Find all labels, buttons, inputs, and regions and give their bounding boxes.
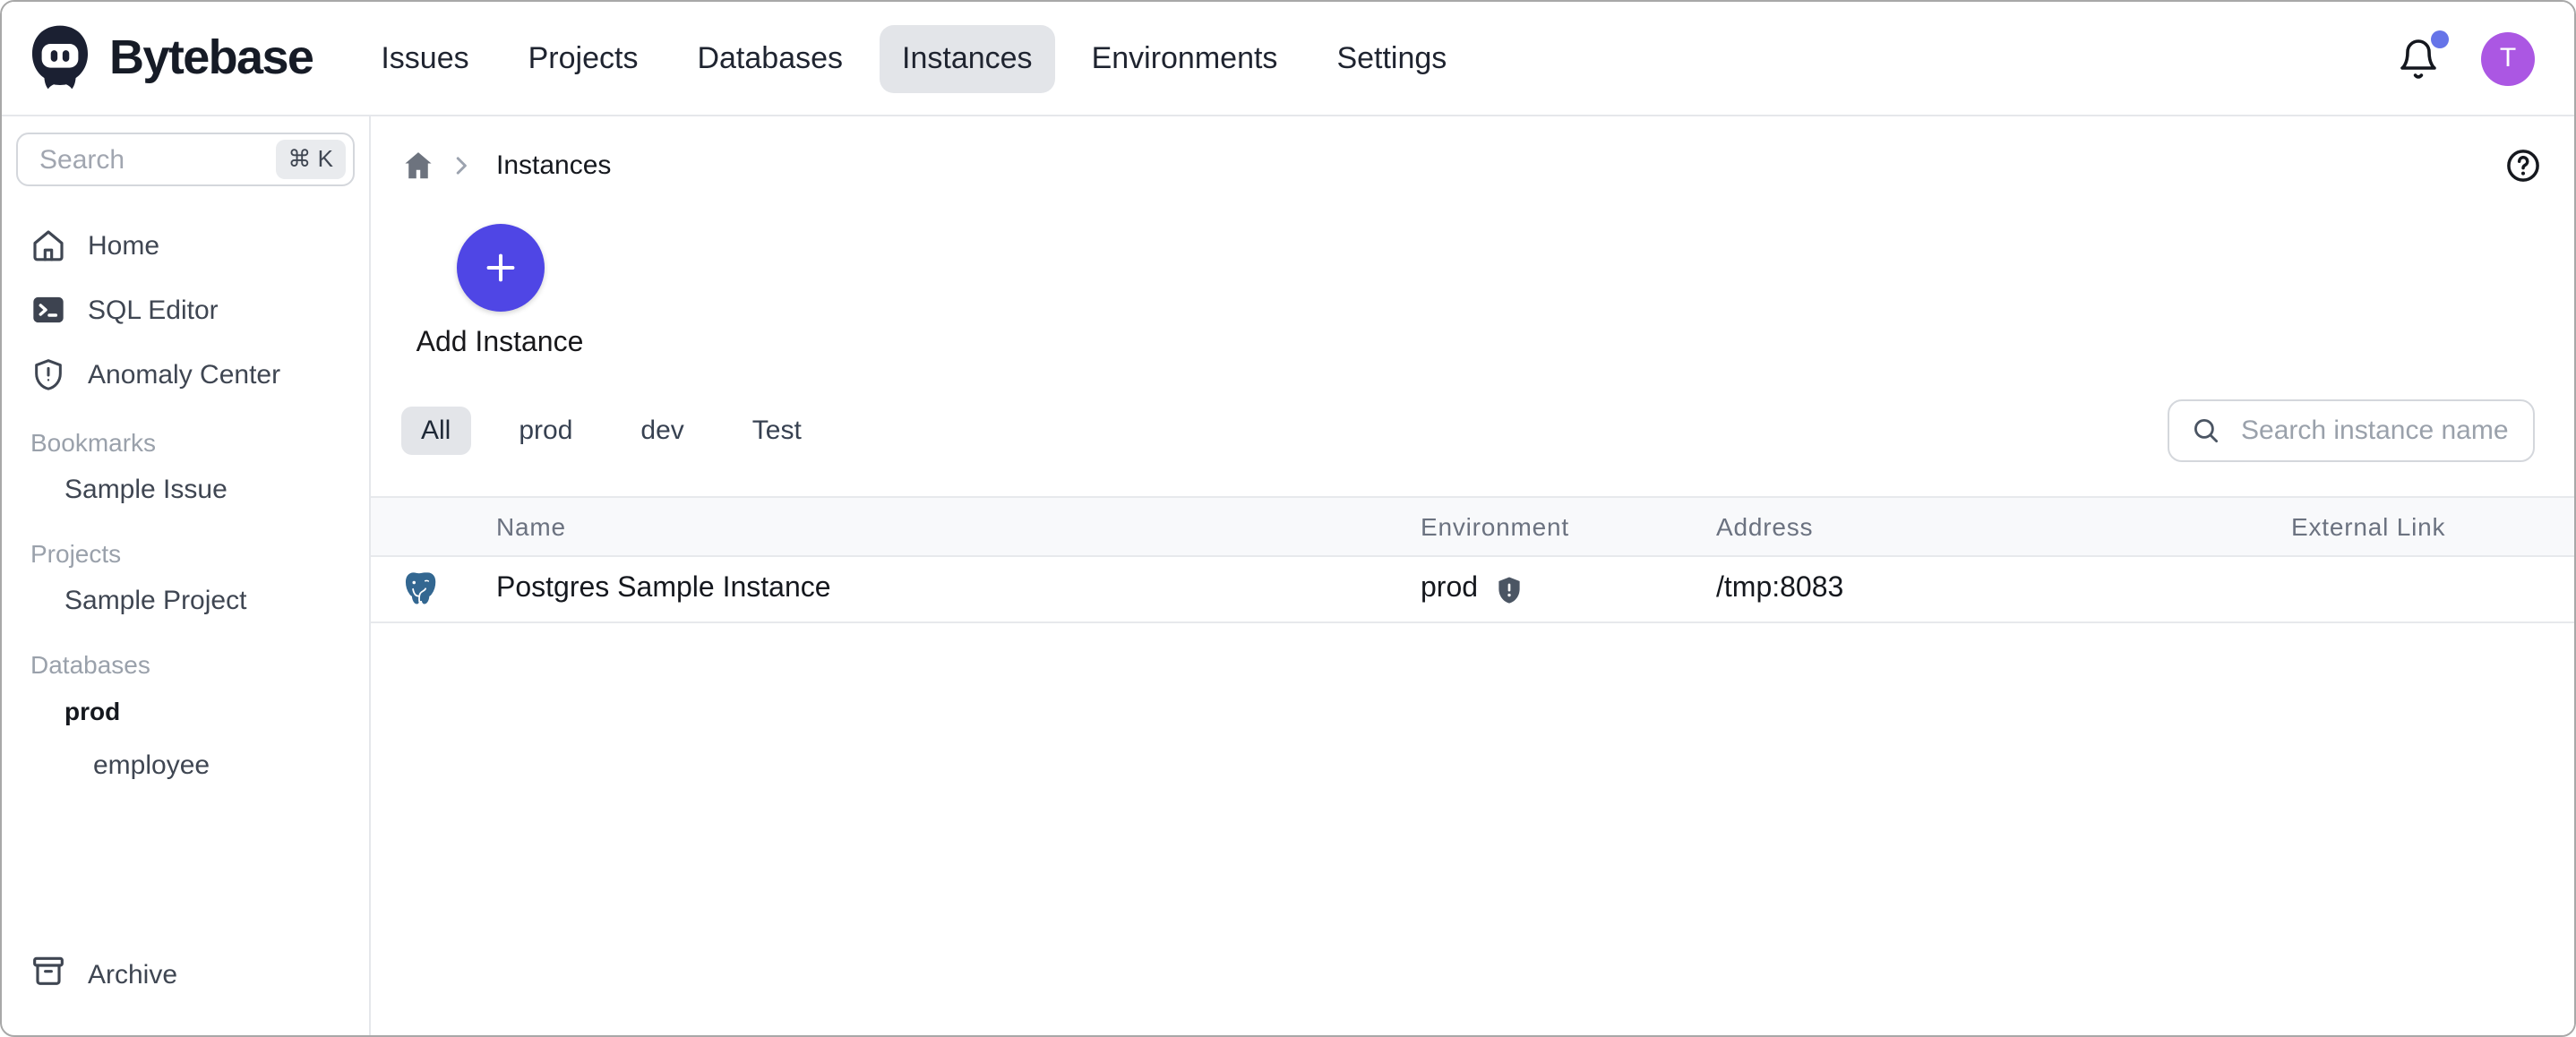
add-instance-label: Add Instance	[416, 328, 584, 360]
column-header-name: Name	[475, 512, 1399, 541]
nav-item-databases[interactable]: Databases	[674, 24, 866, 92]
app-stage: Bytebase Issues Projects Databases Insta…	[0, 0, 2576, 1037]
sidebar-item-env-prod[interactable]: prod	[16, 684, 355, 738]
chevron-right-icon	[448, 151, 475, 178]
cell-address: /tmp:8083	[1695, 573, 2270, 605]
plus-icon	[479, 247, 520, 288]
sidebar-item-label: SQL Editor	[88, 295, 219, 325]
instances-table: Name Environment Address External Link	[371, 496, 2574, 623]
sidebar-item-label: Anomaly Center	[88, 359, 280, 390]
column-header-environment: Environment	[1399, 512, 1695, 541]
primary-nav: Issues Projects Databases Instances Envi…	[357, 24, 1470, 92]
section-title-bookmarks: Bookmarks	[30, 428, 340, 457]
bytebase-mascot-icon	[25, 23, 95, 93]
nav-item-issues[interactable]: Issues	[357, 24, 492, 92]
sidebar-item-archive[interactable]: Archive	[16, 938, 355, 1010]
breadcrumb-current-page: Instances	[496, 150, 611, 180]
sidebar-item-db-employee[interactable]: employee	[16, 738, 355, 793]
sidebar-nav: Home SQL Editor	[16, 213, 355, 407]
cell-environment: prod	[1399, 573, 1695, 605]
instance-search-input[interactable]	[2237, 414, 2512, 448]
sidebar-item-label: Home	[88, 230, 159, 261]
add-instance-button[interactable]: Add Instance	[399, 224, 600, 360]
help-button[interactable]	[2504, 146, 2542, 184]
sidebar-search-input[interactable]	[36, 142, 275, 176]
sidebar-item-sql-editor[interactable]: SQL Editor	[16, 278, 355, 342]
bytebase-logo[interactable]: Bytebase	[25, 23, 313, 93]
breadcrumb-home-icon[interactable]	[401, 148, 435, 182]
top-navigation-bar: Bytebase Issues Projects Databases Insta…	[2, 2, 2574, 116]
archive-icon	[30, 953, 66, 996]
sidebar-search-box: ⌘ K	[16, 133, 355, 186]
section-title-databases: Databases	[30, 650, 340, 679]
bytebase-window: Bytebase Issues Projects Databases Insta…	[0, 0, 2576, 1037]
postgresql-icon	[371, 570, 475, 609]
instance-filter-row: All prod dev Test	[371, 399, 2574, 462]
nav-item-settings[interactable]: Settings	[1313, 24, 1470, 92]
brand-name: Bytebase	[109, 30, 313, 86]
sidebar: ⌘ K Home	[2, 116, 371, 1035]
shield-exclamation-icon	[30, 356, 66, 392]
user-avatar[interactable]: T	[2481, 31, 2535, 85]
nav-item-projects[interactable]: Projects	[505, 24, 662, 92]
nav-item-instances[interactable]: Instances	[879, 24, 1056, 92]
sidebar-item-home[interactable]: Home	[16, 213, 355, 278]
environment-name: prod	[1421, 573, 1478, 605]
env-tab-dev[interactable]: dev	[621, 407, 703, 455]
table-header-row: Name Environment Address External Link	[371, 498, 2574, 557]
cell-instance-name: Postgres Sample Instance	[475, 573, 1399, 605]
table-row-postgres-sample-instance[interactable]: Postgres Sample Instance prod /tmp:8083	[371, 557, 2574, 623]
sidebar-item-sample-project[interactable]: Sample Project	[16, 573, 355, 629]
keyboard-shortcut-hint: ⌘ K	[275, 140, 346, 179]
sidebar-item-sample-issue[interactable]: Sample Issue	[16, 462, 355, 518]
main-content: Instances	[371, 116, 2574, 1035]
home-icon	[30, 227, 66, 263]
column-header-external-link: External Link	[2270, 512, 2574, 541]
sidebar-item-label: Archive	[88, 959, 177, 990]
breadcrumb: Instances	[371, 116, 2574, 188]
terminal-icon	[30, 292, 66, 328]
shield-protected-icon	[1494, 574, 1524, 604]
notifications-button[interactable]	[2397, 37, 2440, 80]
sidebar-item-anomaly-center[interactable]: Anomaly Center	[16, 342, 355, 407]
env-tab-all[interactable]: All	[401, 407, 470, 455]
nav-item-environments[interactable]: Environments	[1069, 24, 1301, 92]
column-header-address: Address	[1695, 512, 2270, 541]
section-title-projects: Projects	[30, 539, 340, 568]
notification-dot	[2431, 30, 2449, 47]
add-instance-circle[interactable]	[456, 224, 544, 312]
env-tab-prod[interactable]: prod	[499, 407, 592, 455]
instance-search-box	[2168, 399, 2535, 462]
env-tab-test[interactable]: Test	[733, 407, 821, 455]
search-icon	[2191, 416, 2221, 446]
